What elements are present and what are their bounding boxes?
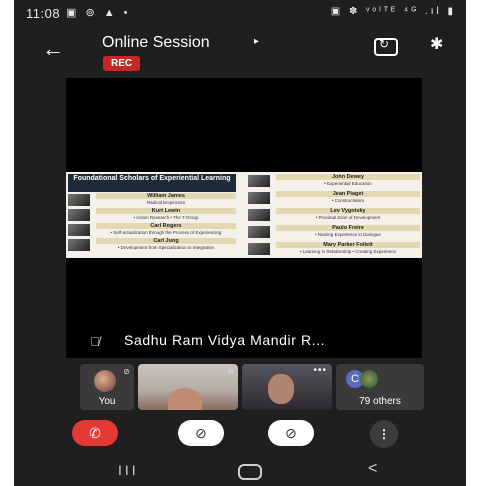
presenter-name: Sadhu Ram Vidya Mandir R... <box>124 332 326 348</box>
participant-strip: ⊘ You ⊘ ••• C 79 others <box>14 364 466 410</box>
scholar-note: • Constructivism <box>331 198 365 203</box>
slide-right-column: John Dewey • Experiential Education Jean… <box>248 174 420 256</box>
portrait-image <box>248 243 270 255</box>
portrait-image <box>248 226 270 238</box>
camera-toggle-button[interactable]: ⊘ <box>178 420 224 446</box>
portrait-image <box>248 192 270 204</box>
scholar-name: Lev Vygotsky <box>276 208 420 214</box>
scholar-row: Jean Piaget • Constructivism <box>248 191 420 207</box>
participant-video <box>168 388 202 410</box>
bluetooth-icon[interactable]: ✱ <box>430 34 443 54</box>
scholar-row: John Dewey • Experiential Education <box>248 174 420 190</box>
scholar-name: Carl Rogers <box>96 223 236 229</box>
shared-slide: Foundational Scholars of Experiential Le… <box>66 172 422 258</box>
scholar-name: Jean Piaget <box>276 191 420 197</box>
scholar-row: Kurt Lewin • Action Research • The T-Gro… <box>68 208 236 222</box>
you-label: You <box>98 396 116 407</box>
participant-tile[interactable]: ••• <box>242 364 332 410</box>
chevron-right-icon[interactable]: ▸ <box>254 36 259 47</box>
scholar-row: Mary Parker Follett • Learning in Relati… <box>248 242 420 258</box>
portrait-image <box>68 209 90 221</box>
others-count-label: 79 others <box>359 396 401 407</box>
scholar-name: Mary Parker Follett <box>276 242 420 248</box>
scholar-name: Carl Jung <box>96 238 236 244</box>
camera-switch-icon[interactable] <box>374 37 398 56</box>
status-time: 11:08 <box>26 6 61 21</box>
notification-icons: ▣ ⊚ ▲ • <box>66 7 131 19</box>
participant-video <box>268 374 294 404</box>
recents-icon[interactable]: III <box>118 462 139 478</box>
scholar-name: Paulo Freire <box>276 225 420 231</box>
meeting-title[interactable]: Online Session <box>102 34 210 52</box>
scholar-name: John Dewey <box>276 174 420 180</box>
participant-tile-others[interactable]: C 79 others <box>336 364 424 410</box>
mic-toggle-button[interactable]: ⊘ <box>268 420 314 446</box>
avatar <box>360 370 378 388</box>
scholar-note: • Proximal Zone of Development <box>315 215 381 220</box>
scholar-row: Paulo Freire • Naming Experience in Dial… <box>248 225 420 241</box>
scholar-note: • Action Research • The T-Group <box>133 215 199 220</box>
scholar-row: Carl Jung • Development from Specializat… <box>68 238 236 252</box>
participant-tile-you[interactable]: ⊘ You <box>80 364 134 410</box>
presentation-stage[interactable]: Foundational Scholars of Experiential Le… <box>66 78 422 358</box>
scholar-row: Carl Rogers • Self-actualization through… <box>68 223 236 237</box>
avatar <box>94 370 116 392</box>
system-status-icons: ▣ ✽ ᵛᵒˡᵀᴱ ⁴ᴳ .ıl ▮ <box>330 6 456 17</box>
scholar-note: Radical Empiricism <box>146 200 186 205</box>
scholar-note: • Naming Experience in Dialogue <box>315 232 381 237</box>
more-dots-icon[interactable]: ••• <box>313 365 327 376</box>
participant-tile[interactable]: ⊘ <box>138 364 238 410</box>
status-bar: 11:08 ▣ ⊚ ▲ • ▣ ✽ ᵛᵒˡᵀᴱ ⁴ᴳ .ıl ▮ <box>14 0 466 26</box>
rec-badge: REC <box>103 56 141 71</box>
portrait-image <box>68 239 90 251</box>
more-options-button[interactable]: ⋮ <box>370 420 398 448</box>
scholar-note: • Self-actualization through the Process… <box>110 230 222 235</box>
portrait-image <box>68 224 90 236</box>
android-nav-bar: III < <box>14 458 466 486</box>
scholar-row: William James Radical Empiricism <box>68 193 236 207</box>
mic-off-icon: ⊘ <box>227 367 234 376</box>
scholar-name: Kurt Lewin <box>96 208 236 214</box>
end-call-button[interactable]: ✆ <box>72 420 118 446</box>
slide-heading: Foundational Scholars of Experiential Le… <box>68 174 236 192</box>
phone-screen: 11:08 ▣ ⊚ ▲ • ▣ ✽ ᵛᵒˡᵀᴱ ⁴ᴳ .ıl ▮ ← Onlin… <box>14 0 466 486</box>
meeting-header: ← Online Session ▸ REC ✱ <box>14 26 466 76</box>
portrait-image <box>248 175 270 187</box>
slide-left-column: Foundational Scholars of Experiential Le… <box>68 174 236 256</box>
back-arrow-icon[interactable]: ← <box>42 36 64 62</box>
presenter-label: 🎙̸ Sadhu Ram Vidya Mandir R... <box>66 326 422 356</box>
scholar-row: Lev Vygotsky • Proximal Zone of Developm… <box>248 208 420 224</box>
scholar-note: • Learning in Relationship • Creating Ex… <box>300 249 396 254</box>
mic-off-icon: ⊘ <box>123 367 130 376</box>
scholar-note: • Development from Specialization to Int… <box>117 245 215 250</box>
call-controls: ✆ ⊘ ⊘ ⋮ <box>14 418 466 454</box>
portrait-image <box>68 194 90 206</box>
portrait-image <box>248 209 270 221</box>
scholar-note: • Experiential Education <box>324 181 372 186</box>
mic-off-icon: 🎙̸ <box>90 334 100 349</box>
back-icon[interactable]: < <box>368 460 377 478</box>
scholar-name: William James <box>96 193 236 199</box>
home-icon[interactable] <box>238 464 262 480</box>
